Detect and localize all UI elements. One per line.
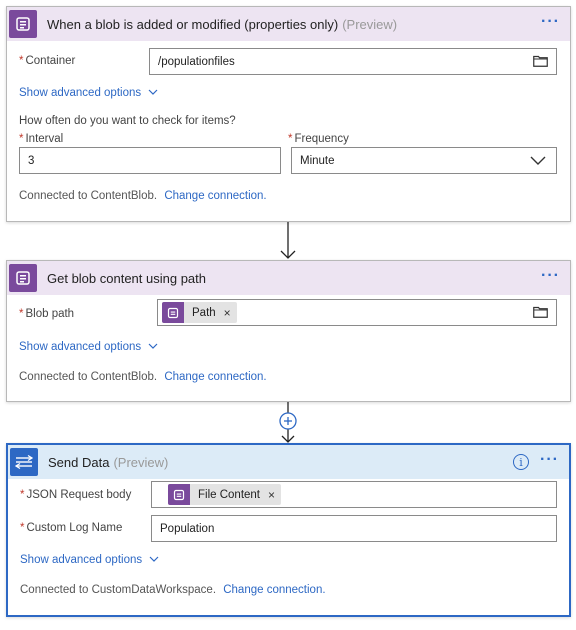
change-connection-link[interactable]: Change connection. xyxy=(164,190,266,202)
add-step-connector[interactable] xyxy=(278,402,298,444)
data-transfer-icon xyxy=(10,448,38,476)
preview-tag: (Preview) xyxy=(113,454,169,470)
show-advanced-options-link[interactable]: Show advanced options xyxy=(20,554,159,566)
show-advanced-options-link[interactable]: Show advanced options xyxy=(19,87,158,99)
check-question: How often do you want to check for items… xyxy=(19,115,236,127)
blob-storage-icon xyxy=(9,10,37,38)
blob-token-icon xyxy=(162,302,184,323)
chevron-down-icon xyxy=(148,89,158,95)
folder-icon[interactable] xyxy=(533,306,548,318)
change-connection-link[interactable]: Change connection. xyxy=(164,371,266,383)
connection-info: Connected to ContentBlob. Change connect… xyxy=(19,371,267,383)
send-data-card-header[interactable]: Send Data (Preview) i ··· xyxy=(8,445,569,479)
chevron-down-icon xyxy=(149,556,159,562)
file-content-token[interactable]: File Content × xyxy=(168,484,282,505)
trigger-title: When a blob is added or modified (proper… xyxy=(47,16,339,32)
get-blob-card: Get blob content using path ··· * Blob pa… xyxy=(6,260,571,402)
send-data-card: Send Data (Preview) i ··· * JSON Request … xyxy=(6,443,571,617)
get-blob-card-header[interactable]: Get blob content using path ··· xyxy=(7,261,570,295)
get-blob-title: Get blob content using path xyxy=(47,270,207,286)
change-connection-link[interactable]: Change connection. xyxy=(223,584,325,596)
blob-path-label: * Blob path xyxy=(19,308,75,320)
close-icon[interactable]: × xyxy=(224,306,231,320)
container-field[interactable]: /populationfiles xyxy=(149,48,557,75)
custom-log-name-field[interactable]: Population xyxy=(151,515,557,542)
connection-info: Connected to ContentBlob. Change connect… xyxy=(19,190,267,202)
connection-info: Connected to CustomDataWorkspace. Change… xyxy=(20,584,326,596)
frequency-select[interactable]: Minute xyxy=(291,147,557,174)
chevron-down-icon xyxy=(530,156,546,165)
interval-label: * Interval xyxy=(19,133,64,145)
path-token[interactable]: Path × xyxy=(162,302,237,323)
blob-token-icon xyxy=(168,484,190,505)
interval-field[interactable]: 3 xyxy=(19,147,281,174)
blob-path-field[interactable]: Path × xyxy=(157,299,557,326)
json-body-label: * JSON Request body xyxy=(20,489,132,501)
trigger-card: When a blob is added or modified (proper… xyxy=(6,6,571,222)
ellipsis-icon[interactable]: ··· xyxy=(540,452,559,468)
close-icon[interactable]: × xyxy=(268,488,275,502)
folder-icon[interactable] xyxy=(533,55,548,67)
preview-tag: (Preview) xyxy=(342,16,398,32)
frequency-label: * Frequency xyxy=(288,133,349,145)
ellipsis-icon[interactable]: ··· xyxy=(541,14,560,30)
show-advanced-options-link[interactable]: Show advanced options xyxy=(19,341,158,353)
trigger-card-header[interactable]: When a blob is added or modified (proper… xyxy=(7,7,570,41)
blob-storage-icon xyxy=(9,264,37,292)
container-label: * Container xyxy=(19,55,76,67)
chevron-down-icon xyxy=(148,343,158,349)
custom-log-name-label: * Custom Log Name xyxy=(20,522,123,534)
flow-arrow-icon xyxy=(280,222,296,259)
send-data-title: Send Data xyxy=(48,454,110,470)
json-body-field[interactable]: File Content × xyxy=(151,481,557,508)
ellipsis-icon[interactable]: ··· xyxy=(541,268,560,284)
info-icon[interactable]: i xyxy=(513,454,529,470)
